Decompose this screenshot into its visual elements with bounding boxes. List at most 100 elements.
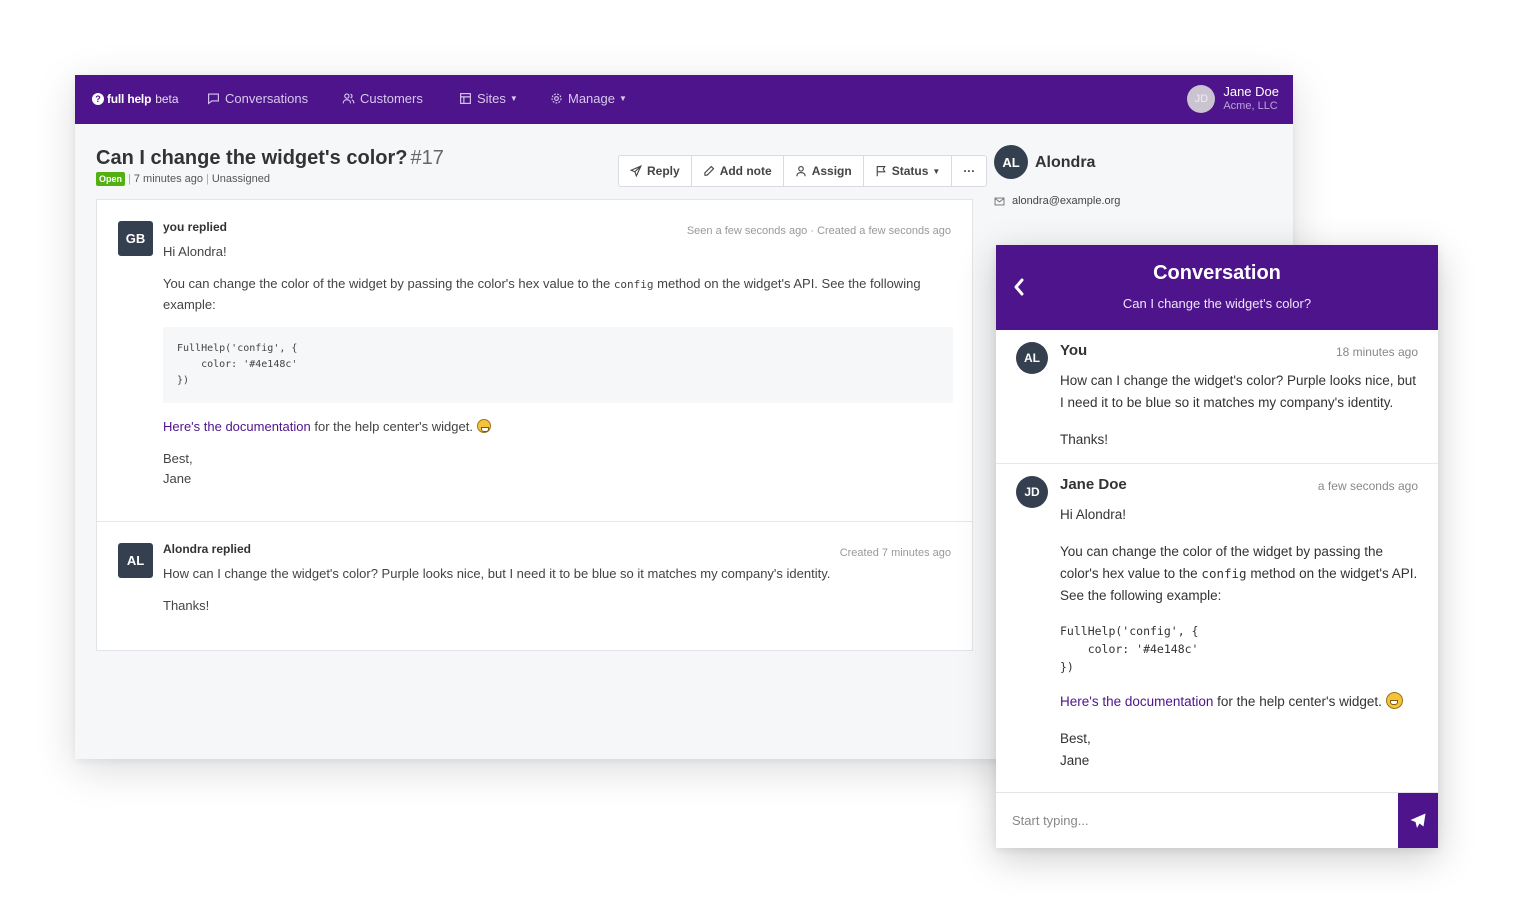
send-button[interactable] (1398, 793, 1438, 848)
message-signature: Jane (163, 471, 192, 486)
message-time: 18 minutes ago (1335, 345, 1418, 359)
users-icon (342, 93, 355, 104)
documentation-link[interactable]: Here's the documentation (1060, 694, 1213, 709)
caret-down-icon: ▼ (509, 94, 518, 103)
gear-icon (551, 93, 562, 104)
separator: | (128, 173, 131, 185)
message-text: You can change the color of the widget b… (163, 276, 614, 291)
help-logo-icon: ? (92, 93, 104, 105)
mail-icon (994, 197, 1005, 205)
user-icon (796, 165, 806, 177)
send-icon (630, 165, 642, 177)
avatar: AL (1016, 342, 1048, 374)
grin-emoji-icon (1385, 692, 1403, 709)
assign-label: Assign (811, 164, 852, 178)
nav-label: Customers (360, 91, 423, 106)
nav-label: Manage (568, 91, 615, 106)
user-org: Acme, LLC (1223, 100, 1278, 112)
status-badge: Open (96, 172, 126, 186)
inline-code: config (1201, 566, 1247, 581)
chat-bubble-icon (208, 93, 219, 105)
message-body: How can I change the widget's color? Pur… (1060, 370, 1420, 466)
message-paragraph: Here's the documentation for the help ce… (163, 417, 953, 437)
widget-message: AL You 18 minutes ago How can I change t… (996, 330, 1438, 464)
message-thread: GB you replied Seen a few seconds ago · … (96, 199, 973, 651)
message-author: Jane Doe (1060, 476, 1127, 493)
conversation-meta: Open | 7 minutes ago | Unassigned (96, 172, 270, 186)
email-text[interactable]: alondra@example.org (1012, 195, 1120, 207)
message-thanks: Thanks! (163, 598, 210, 613)
code-block: FullHelp('config', { color: '#4e148c' }) (1060, 624, 1199, 674)
conversation-age: 7 minutes ago (133, 173, 203, 185)
message-author: you replied (163, 220, 228, 234)
message-signoff: Best, (1060, 731, 1091, 746)
widget-title: Conversation (1153, 262, 1281, 284)
add-note-label: Add note (719, 164, 772, 178)
message-greeting: Hi Alondra! (163, 244, 227, 259)
layout-icon (460, 93, 471, 104)
avatar: GB (118, 221, 153, 256)
message-info: Created 7 minutes ago (839, 547, 951, 559)
avatar: JD (1016, 476, 1048, 508)
brand-name: full help (107, 92, 152, 106)
message-input[interactable] (996, 793, 1398, 848)
caret-down-icon: ▼ (932, 166, 941, 176)
message-paragraph: You can change the color of the widget b… (163, 274, 953, 315)
user-name: Jane Doe (1223, 84, 1279, 99)
message-text: for the help center's widget. (310, 419, 477, 434)
documentation-link[interactable]: Here's the documentation (163, 419, 311, 434)
message-text: How can I change the widget's color? Pur… (163, 566, 831, 581)
page-title: Can I change the widget's color? #17 (96, 147, 444, 170)
conversation-title: Can I change the widget's color? (96, 147, 408, 169)
customer-email: alondra@example.org (994, 195, 1120, 207)
assign-button[interactable]: Assign (784, 156, 864, 186)
user-info: Jane Doe Acme, LLC (1223, 84, 1279, 114)
grin-emoji-icon (476, 419, 491, 433)
message-body: Hi Alondra! You can change the color of … (163, 242, 953, 489)
more-button[interactable]: ··· (952, 156, 986, 186)
status-label: Status (891, 164, 929, 178)
code-block: FullHelp('config', { color: '#4e148c' }) (163, 327, 953, 403)
widget-header: Conversation Can I change the widget's c… (996, 245, 1438, 330)
message-author: You (1060, 342, 1088, 359)
nav-customers[interactable]: Customers (342, 91, 423, 106)
message-greeting: Hi Alondra! (1060, 507, 1127, 522)
conversation-assignee: Unassigned (211, 173, 270, 185)
caret-down-icon: ▼ (618, 94, 627, 103)
conversation-toolbar: Reply Add note Assign Status ▼ ··· (618, 155, 988, 187)
chat-widget: Conversation Can I change the widget's c… (996, 245, 1438, 848)
avatar: JD (1187, 85, 1216, 113)
user-menu[interactable]: JD Jane Doe Acme, LLC (1187, 84, 1279, 114)
message-signoff: Best, (163, 451, 193, 466)
inline-code: config (613, 278, 654, 291)
message-item: AL Alondra replied Created 7 minutes ago… (97, 522, 972, 650)
send-icon (1410, 813, 1426, 828)
widget-composer (996, 792, 1438, 848)
message-time: a few seconds ago (1317, 479, 1418, 493)
conversation-number: #17 (410, 147, 444, 169)
status-dropdown[interactable]: Status ▼ (864, 156, 953, 186)
message-item: GB you replied Seen a few seconds ago · … (97, 200, 972, 522)
flag-icon (876, 165, 886, 177)
customer-name[interactable]: Alondra (1035, 154, 1095, 172)
message-text: for the help center's widget. (1213, 694, 1386, 709)
nav-label: Conversations (225, 91, 309, 106)
nav-sites-dropdown[interactable]: Sites ▼ (459, 91, 518, 106)
widget-subtitle: Can I change the widget's color? (1122, 296, 1312, 311)
nav-manage-dropdown[interactable]: Manage ▼ (550, 91, 627, 106)
top-navbar: ? full help beta Conversations Customers… (75, 75, 1293, 124)
nav-conversations[interactable]: Conversations (207, 91, 308, 106)
separator: | (205, 173, 209, 185)
message-info: Seen a few seconds ago · Created a few s… (686, 225, 951, 237)
add-note-button[interactable]: Add note (692, 156, 784, 186)
widget-message: JD Jane Doe a few seconds ago Hi Alondra… (996, 464, 1438, 792)
pencil-icon (704, 165, 714, 176)
reply-button[interactable]: Reply (619, 156, 692, 186)
nav-label: Sites (477, 91, 506, 106)
message-paragraph: You can change the color of the widget b… (1060, 541, 1420, 607)
brand-logo[interactable]: ? full help beta (92, 92, 179, 106)
avatar: AL (994, 145, 1028, 179)
message-text: How can I change the widget's color? Pur… (1060, 373, 1417, 410)
message-body: Hi Alondra! You can change the color of … (1060, 504, 1420, 772)
reply-label: Reply (647, 164, 680, 178)
